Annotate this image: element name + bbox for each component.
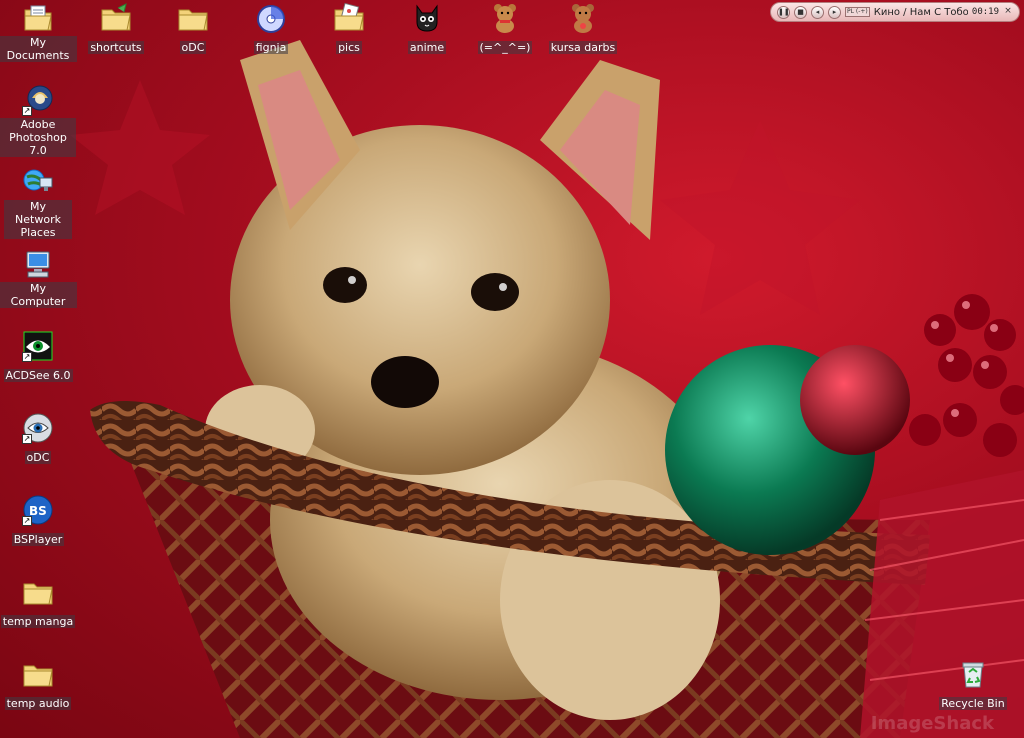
desktop-icon-temp-manga[interactable]: temp manga xyxy=(0,576,77,629)
my-documents-icon xyxy=(22,2,54,34)
desktop-icon-odc-app[interactable]: ↗ oDC xyxy=(0,412,77,465)
wallpaper-puppy-in-basket xyxy=(70,40,1024,738)
media-player-bar[interactable]: ❚❚ ■ ◂ ▸ PL (-+) Кино / Нам С Тобой 00:1… xyxy=(770,2,1020,22)
computer-icon xyxy=(22,248,54,280)
watermark: ImageShack xyxy=(870,713,994,734)
desktop-icon-label: My Computer xyxy=(0,282,77,308)
desktop-icon-label: Recycle Bin xyxy=(939,697,1007,710)
desktop-icon-fignja[interactable]: fignja xyxy=(232,2,310,55)
teddy-bear-icon xyxy=(489,2,521,34)
elapsed-time: 00:19 xyxy=(971,7,999,17)
desktop-icon-label: temp audio xyxy=(4,697,72,710)
photoshop-icon: ↗ xyxy=(22,84,54,116)
desktop-icon-acdsee[interactable]: ↗ ACDSee 6.0 xyxy=(0,330,77,383)
network-icon xyxy=(22,166,54,198)
folder-icon xyxy=(177,2,209,34)
teddy-bear-icon xyxy=(567,2,599,34)
track-title: Кино / Нам С Тобой xyxy=(873,6,968,18)
desktop-icon-pics[interactable]: pics xyxy=(310,2,388,55)
recycle-bin-icon xyxy=(957,658,989,690)
desktop-icon-label: (=^_^=) xyxy=(477,41,533,54)
desktop-icon-label: oDC xyxy=(24,451,52,464)
desktop-icon-my-documents[interactable]: My Documents xyxy=(0,2,77,63)
cat-icon xyxy=(411,2,443,34)
desktop-icon-label: anime xyxy=(407,41,447,54)
close-icon[interactable]: × xyxy=(1003,7,1013,17)
pause-button[interactable]: ❚❚ xyxy=(777,5,790,19)
shortcut-arrow-icon: ↗ xyxy=(22,352,32,362)
desktop-icon-my-network-places[interactable]: My Network Places xyxy=(0,166,77,240)
bsplayer-icon: BS ↗ xyxy=(22,494,54,526)
desktop-icon-recycle-bin[interactable]: Recycle Bin xyxy=(934,658,1012,711)
desktop-icon-label: My Documents xyxy=(0,36,77,62)
disc-icon xyxy=(255,2,287,34)
desktop-icon-label: fignja xyxy=(253,41,289,54)
playlist-mode-toggle[interactable]: PL (-+) xyxy=(845,7,870,17)
desktop-icon-label: shortcuts xyxy=(88,41,144,54)
picture-folder-icon xyxy=(333,2,365,34)
desktop-icon-label: My Network Places xyxy=(4,200,72,239)
desktop-icon-anime[interactable]: anime xyxy=(388,2,466,55)
desktop-icon-label: Adobe Photoshop 7.0 xyxy=(0,118,76,157)
next-button[interactable]: ▸ xyxy=(828,5,841,19)
desktop-icon-label: ACDSee 6.0 xyxy=(3,369,73,382)
previous-button[interactable]: ◂ xyxy=(811,5,824,19)
desktop-icon-my-computer[interactable]: My Computer xyxy=(0,248,77,309)
shortcut-arrow-icon: ↗ xyxy=(22,516,32,526)
eye-icon: ↗ xyxy=(22,330,54,362)
folder-icon xyxy=(22,576,54,608)
desktop-icon-label: kursa darbs xyxy=(548,41,618,54)
desktop-icon-temp-audio[interactable]: temp audio xyxy=(0,658,77,711)
folder-icon xyxy=(22,658,54,690)
shortcut-arrow-icon: ↗ xyxy=(22,434,32,444)
desktop-icon-kursa-darbs[interactable]: kursa darbs xyxy=(544,2,622,55)
desktop-icon-label: BSPlayer xyxy=(11,533,65,546)
folder-icon xyxy=(100,2,132,34)
desktop-icon-label: oDC xyxy=(179,41,207,54)
desktop-icon-label: pics xyxy=(336,41,362,54)
stop-button[interactable]: ■ xyxy=(794,5,807,19)
desktop-icon-label: temp manga xyxy=(0,615,76,628)
desktop-icon-bsplayer[interactable]: BS ↗ BSPlayer xyxy=(0,494,77,547)
desktop-icon-shortcuts[interactable]: shortcuts xyxy=(77,2,155,55)
eye-icon: ↗ xyxy=(22,412,54,444)
shortcut-arrow-icon: ↗ xyxy=(22,106,32,116)
desktop-icon-odc-folder[interactable]: oDC xyxy=(154,2,232,55)
desktop-icon-adobe-photoshop[interactable]: ↗ Adobe Photoshop 7.0 xyxy=(0,84,77,158)
desktop-icon-kaomoji[interactable]: (=^_^=) xyxy=(466,2,544,55)
